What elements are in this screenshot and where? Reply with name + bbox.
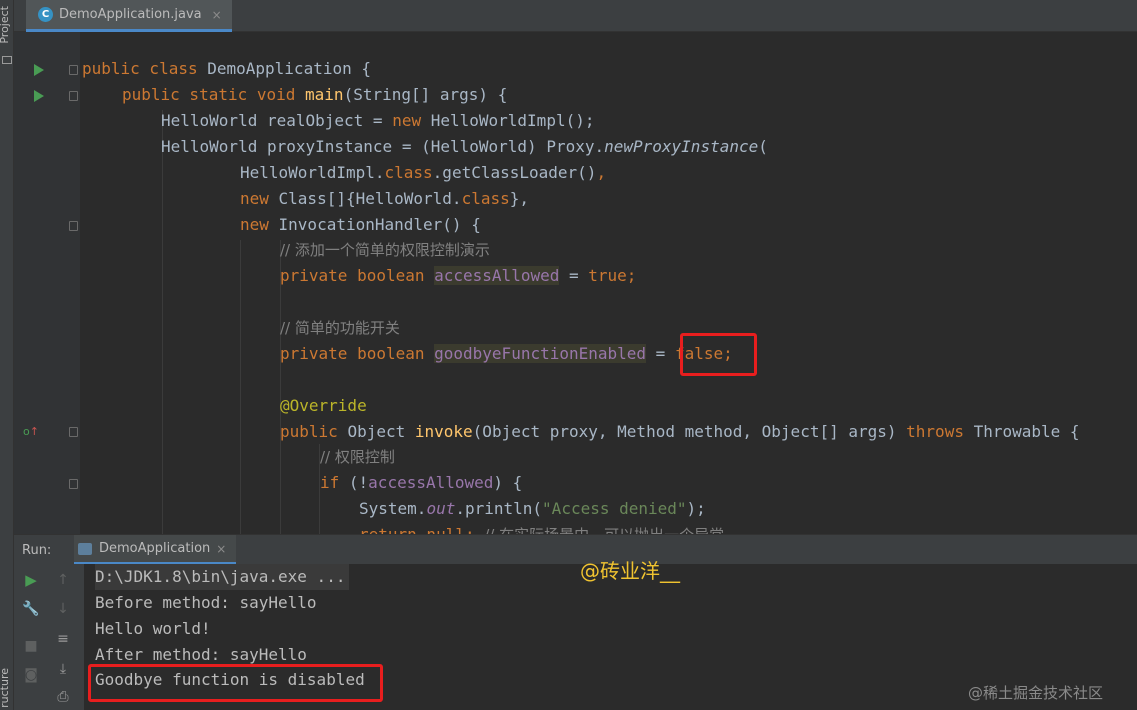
- code-line: private boolean accessAllowed = true;: [280, 266, 637, 285]
- down-arrow-icon[interactable]: ↓: [52, 598, 74, 620]
- up-arrow-icon[interactable]: ↑: [52, 569, 74, 591]
- code-line: public class DemoApplication {: [82, 59, 371, 78]
- rerun-icon[interactable]: ▶: [20, 569, 42, 591]
- code-line: return null; // 在实际场景中，可以抛出一个异常: [359, 522, 724, 534]
- stop-icon[interactable]: ■: [20, 635, 42, 657]
- soft-wrap-icon[interactable]: ≡: [52, 628, 74, 650]
- run-config-icon: [78, 542, 92, 555]
- highlight-box-false: [680, 333, 757, 376]
- code-comment: // 添加一个简单的权限控制演示: [280, 241, 490, 259]
- fold-icon[interactable]: [69, 65, 78, 75]
- code-line: if (!accessAllowed) {: [320, 473, 523, 492]
- code-line: private boolean goodbyeFunctionEnabled =…: [280, 344, 733, 363]
- run-main-icon[interactable]: [34, 90, 44, 102]
- code-line: HelloWorld realObject = new HelloWorldIm…: [161, 111, 595, 130]
- code-line: @Override: [280, 396, 367, 415]
- camera-icon[interactable]: ◙: [20, 664, 42, 686]
- editor-tab-bar: C DemoApplication.java ×: [14, 0, 1137, 32]
- run-label: Run:: [22, 543, 52, 558]
- code-line: new Class[]{HelloWorld.class},: [240, 189, 529, 208]
- close-tab-icon[interactable]: ×: [212, 8, 222, 22]
- console-line: Before method: sayHello: [95, 593, 317, 612]
- fold-icon[interactable]: [69, 427, 78, 437]
- project-tool-button[interactable]: Project: [0, 6, 14, 44]
- scroll-to-end-icon[interactable]: ⤓: [52, 658, 74, 680]
- run-panel-header: Run: DemoApplication ×: [14, 534, 1137, 565]
- tab-label: DemoApplication.java: [59, 7, 202, 22]
- code-line: System.out.println("Access denied");: [359, 499, 706, 518]
- java-class-icon: C: [38, 7, 53, 22]
- console-line-command[interactable]: D:\JDK1.8\bin\java.exe ...: [95, 564, 350, 590]
- run-class-icon[interactable]: [34, 64, 44, 76]
- code-comment: // 权限控制: [320, 448, 395, 466]
- code-comment: // 简单的功能开关: [280, 319, 400, 337]
- code-line: new InvocationHandler() {: [240, 215, 481, 234]
- fold-icon[interactable]: [69, 479, 78, 489]
- fold-icon[interactable]: [69, 91, 78, 101]
- indent-guide: [162, 110, 163, 534]
- run-tab-demo-application[interactable]: DemoApplication ×: [74, 535, 236, 565]
- highlight-box-console: [88, 664, 383, 702]
- fold-icon[interactable]: [69, 221, 78, 231]
- indent-guide: [240, 240, 241, 534]
- run-tab-label: DemoApplication: [99, 541, 211, 556]
- run-toolbar: ▶ ↑ 🔧 ↓ ■ ≡ ◙ ⤓ ⎙: [14, 564, 84, 710]
- console-line: Hello world!: [95, 619, 211, 638]
- code-editor[interactable]: o↑ public class DemoApplication { public…: [14, 32, 1137, 534]
- close-run-tab-icon[interactable]: ×: [216, 542, 226, 556]
- wrench-icon[interactable]: 🔧: [20, 598, 42, 620]
- author-watermark: @砖业洋__: [580, 559, 680, 583]
- code-line: HelloWorldImpl.class.getClassLoader(),: [240, 163, 607, 182]
- override-method-icon[interactable]: o↑: [23, 425, 39, 438]
- left-tool-strip: Project ructure: [0, 0, 14, 710]
- code-line: public static void main(String[] args) {: [122, 85, 508, 104]
- folder-icon: [2, 56, 12, 64]
- editor-gutter: o↑: [14, 32, 80, 534]
- tab-demo-application[interactable]: C DemoApplication.java ×: [26, 0, 232, 32]
- structure-tool-button[interactable]: ructure: [0, 668, 14, 708]
- print-icon[interactable]: ⎙: [52, 686, 74, 708]
- code-line: HelloWorld proxyInstance = (HelloWorld) …: [161, 137, 768, 156]
- site-watermark: @稀土掘金技术社区: [968, 684, 1104, 702]
- code-line: public Object invoke(Object proxy, Metho…: [280, 422, 1080, 441]
